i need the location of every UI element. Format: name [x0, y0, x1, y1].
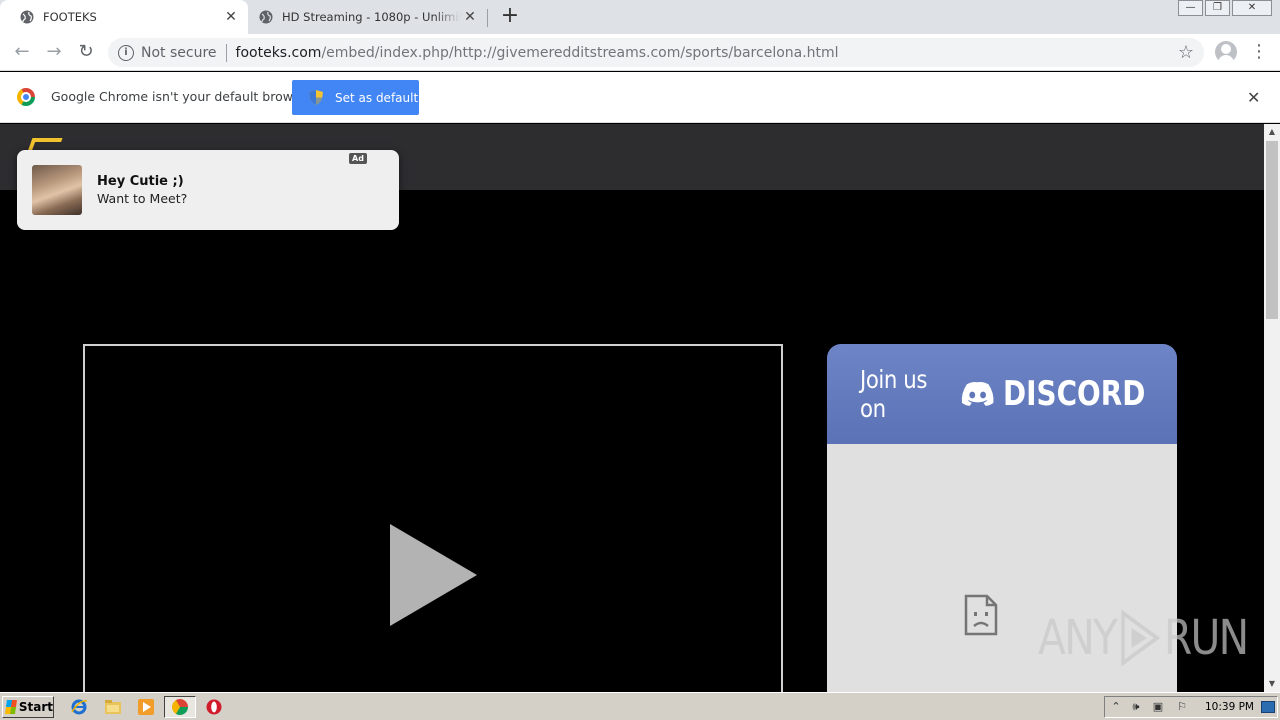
infobar-message: Google Chrome isn't your default browser — [51, 89, 313, 104]
profile-avatar-icon[interactable] — [1215, 41, 1237, 63]
back-button[interactable]: ← — [10, 40, 34, 64]
chrome-icon — [172, 699, 188, 715]
close-tab-icon[interactable]: ✕ — [222, 8, 240, 26]
new-tab-button[interactable]: + — [499, 5, 521, 28]
taskbar-clock[interactable]: 10:39 PM — [1205, 701, 1254, 713]
show-desktop-icon[interactable] — [1261, 701, 1275, 713]
close-window-button[interactable]: ✕ — [1232, 0, 1272, 16]
tab-footeks[interactable]: FOOTEKS ✕ — [0, 0, 248, 34]
ad-badge: Ad — [349, 153, 367, 164]
watermark-left-text: ANY — [1038, 610, 1118, 666]
discord-join-text: Join us on — [860, 365, 927, 423]
discord-logo-icon — [961, 381, 994, 406]
file-explorer-icon[interactable] — [104, 698, 122, 716]
chrome-logo-icon — [17, 88, 35, 106]
url-host[interactable]: footeks.com — [236, 45, 322, 61]
url-path[interactable]: /embed/index.php/http://givemeredditstre… — [321, 45, 838, 61]
address-bar[interactable]: i Not secure footeks.com/embed/index.php… — [108, 38, 1204, 67]
tab-strip: FOOTEKS ✕ HD Streaming - 1080p - Unlimit… — [0, 0, 1280, 34]
browser-toolbar: ← → ↻ i Not secure footeks.com/embed/ind… — [0, 34, 1280, 71]
security-label[interactable]: Not secure — [141, 45, 217, 61]
start-button[interactable]: Start — [2, 696, 54, 718]
system-tray: ⌃ 🕪 ▣ ⚐ 10:39 PM — [1104, 696, 1278, 718]
set-as-default-label: Set as default — [335, 90, 419, 105]
ad-notification[interactable]: Ad Hey Cutie ;) Want to Meet? — [17, 150, 399, 230]
ad-thumbnail-image[interactable] — [32, 165, 82, 215]
discord-wordmark: DISCORD — [1003, 374, 1146, 414]
uac-shield-icon — [309, 90, 323, 105]
play-icon[interactable] — [390, 524, 477, 626]
minimize-button[interactable]: — — [1178, 0, 1203, 16]
taskbar-chrome-button[interactable] — [164, 696, 196, 718]
tab-hd-streaming[interactable]: HD Streaming - 1080p - Unlimited Do ✕ — [249, 0, 487, 34]
tab-separator — [487, 9, 488, 27]
opera-icon[interactable] — [205, 698, 223, 716]
info-icon[interactable]: i — [118, 44, 134, 61]
restore-button[interactable]: ❐ — [1205, 0, 1230, 16]
network-icon[interactable]: ▣ — [1151, 700, 1165, 714]
internet-explorer-icon[interactable] — [70, 698, 88, 716]
bookmark-star-icon[interactable]: ☆ — [1178, 42, 1194, 63]
windows-taskbar: Start ⌃ 🕪 ▣ ⚐ 10:39 PM — [0, 692, 1280, 720]
reload-button[interactable]: ↻ — [74, 40, 98, 64]
ad-title[interactable]: Hey Cutie ;) — [97, 174, 184, 189]
close-tab-icon[interactable]: ✕ — [461, 8, 479, 26]
chrome-menu-icon[interactable]: ⋮ — [1250, 42, 1268, 62]
globe-icon — [20, 10, 34, 24]
tab-title: HD Streaming - 1080p - Unlimited Do — [282, 10, 461, 24]
volume-icon[interactable]: 🕪 — [1129, 700, 1143, 714]
watermark-right-text: RUN — [1163, 610, 1249, 666]
page-scrollbar[interactable]: ▲ ▼ — [1264, 124, 1280, 692]
discord-banner[interactable]: Join us on DISCORD — [827, 344, 1177, 444]
globe-icon — [259, 10, 273, 24]
media-player-icon[interactable] — [137, 698, 155, 716]
forward-button[interactable]: → — [42, 40, 66, 64]
omnibox-divider — [225, 43, 227, 62]
infobar-close-icon[interactable]: ✕ — [1247, 88, 1260, 107]
scroll-up-icon[interactable]: ▲ — [1264, 124, 1280, 140]
anyrun-watermark: ANY RUN — [1038, 610, 1249, 666]
ad-body[interactable]: Want to Meet? — [97, 191, 187, 206]
start-label: Start — [18, 700, 53, 714]
web-page: Ad Hey Cutie ;) Want to Meet? Join us on… — [0, 124, 1264, 692]
scrollbar-thumb[interactable] — [1266, 141, 1278, 319]
tab-title: FOOTEKS — [43, 10, 97, 24]
video-player[interactable] — [83, 344, 783, 692]
sad-page-icon — [964, 594, 998, 636]
window-controls: — ❐ ✕ — [1176, 0, 1272, 18]
windows-logo-icon — [5, 700, 17, 714]
scroll-down-icon[interactable]: ▼ — [1264, 676, 1280, 692]
tray-expand-icon[interactable]: ⌃ — [1109, 700, 1123, 714]
set-as-default-button[interactable]: Set as default — [292, 80, 419, 115]
action-center-flag-icon[interactable]: ⚐ — [1175, 700, 1189, 714]
play-triangle-icon — [1121, 610, 1161, 666]
